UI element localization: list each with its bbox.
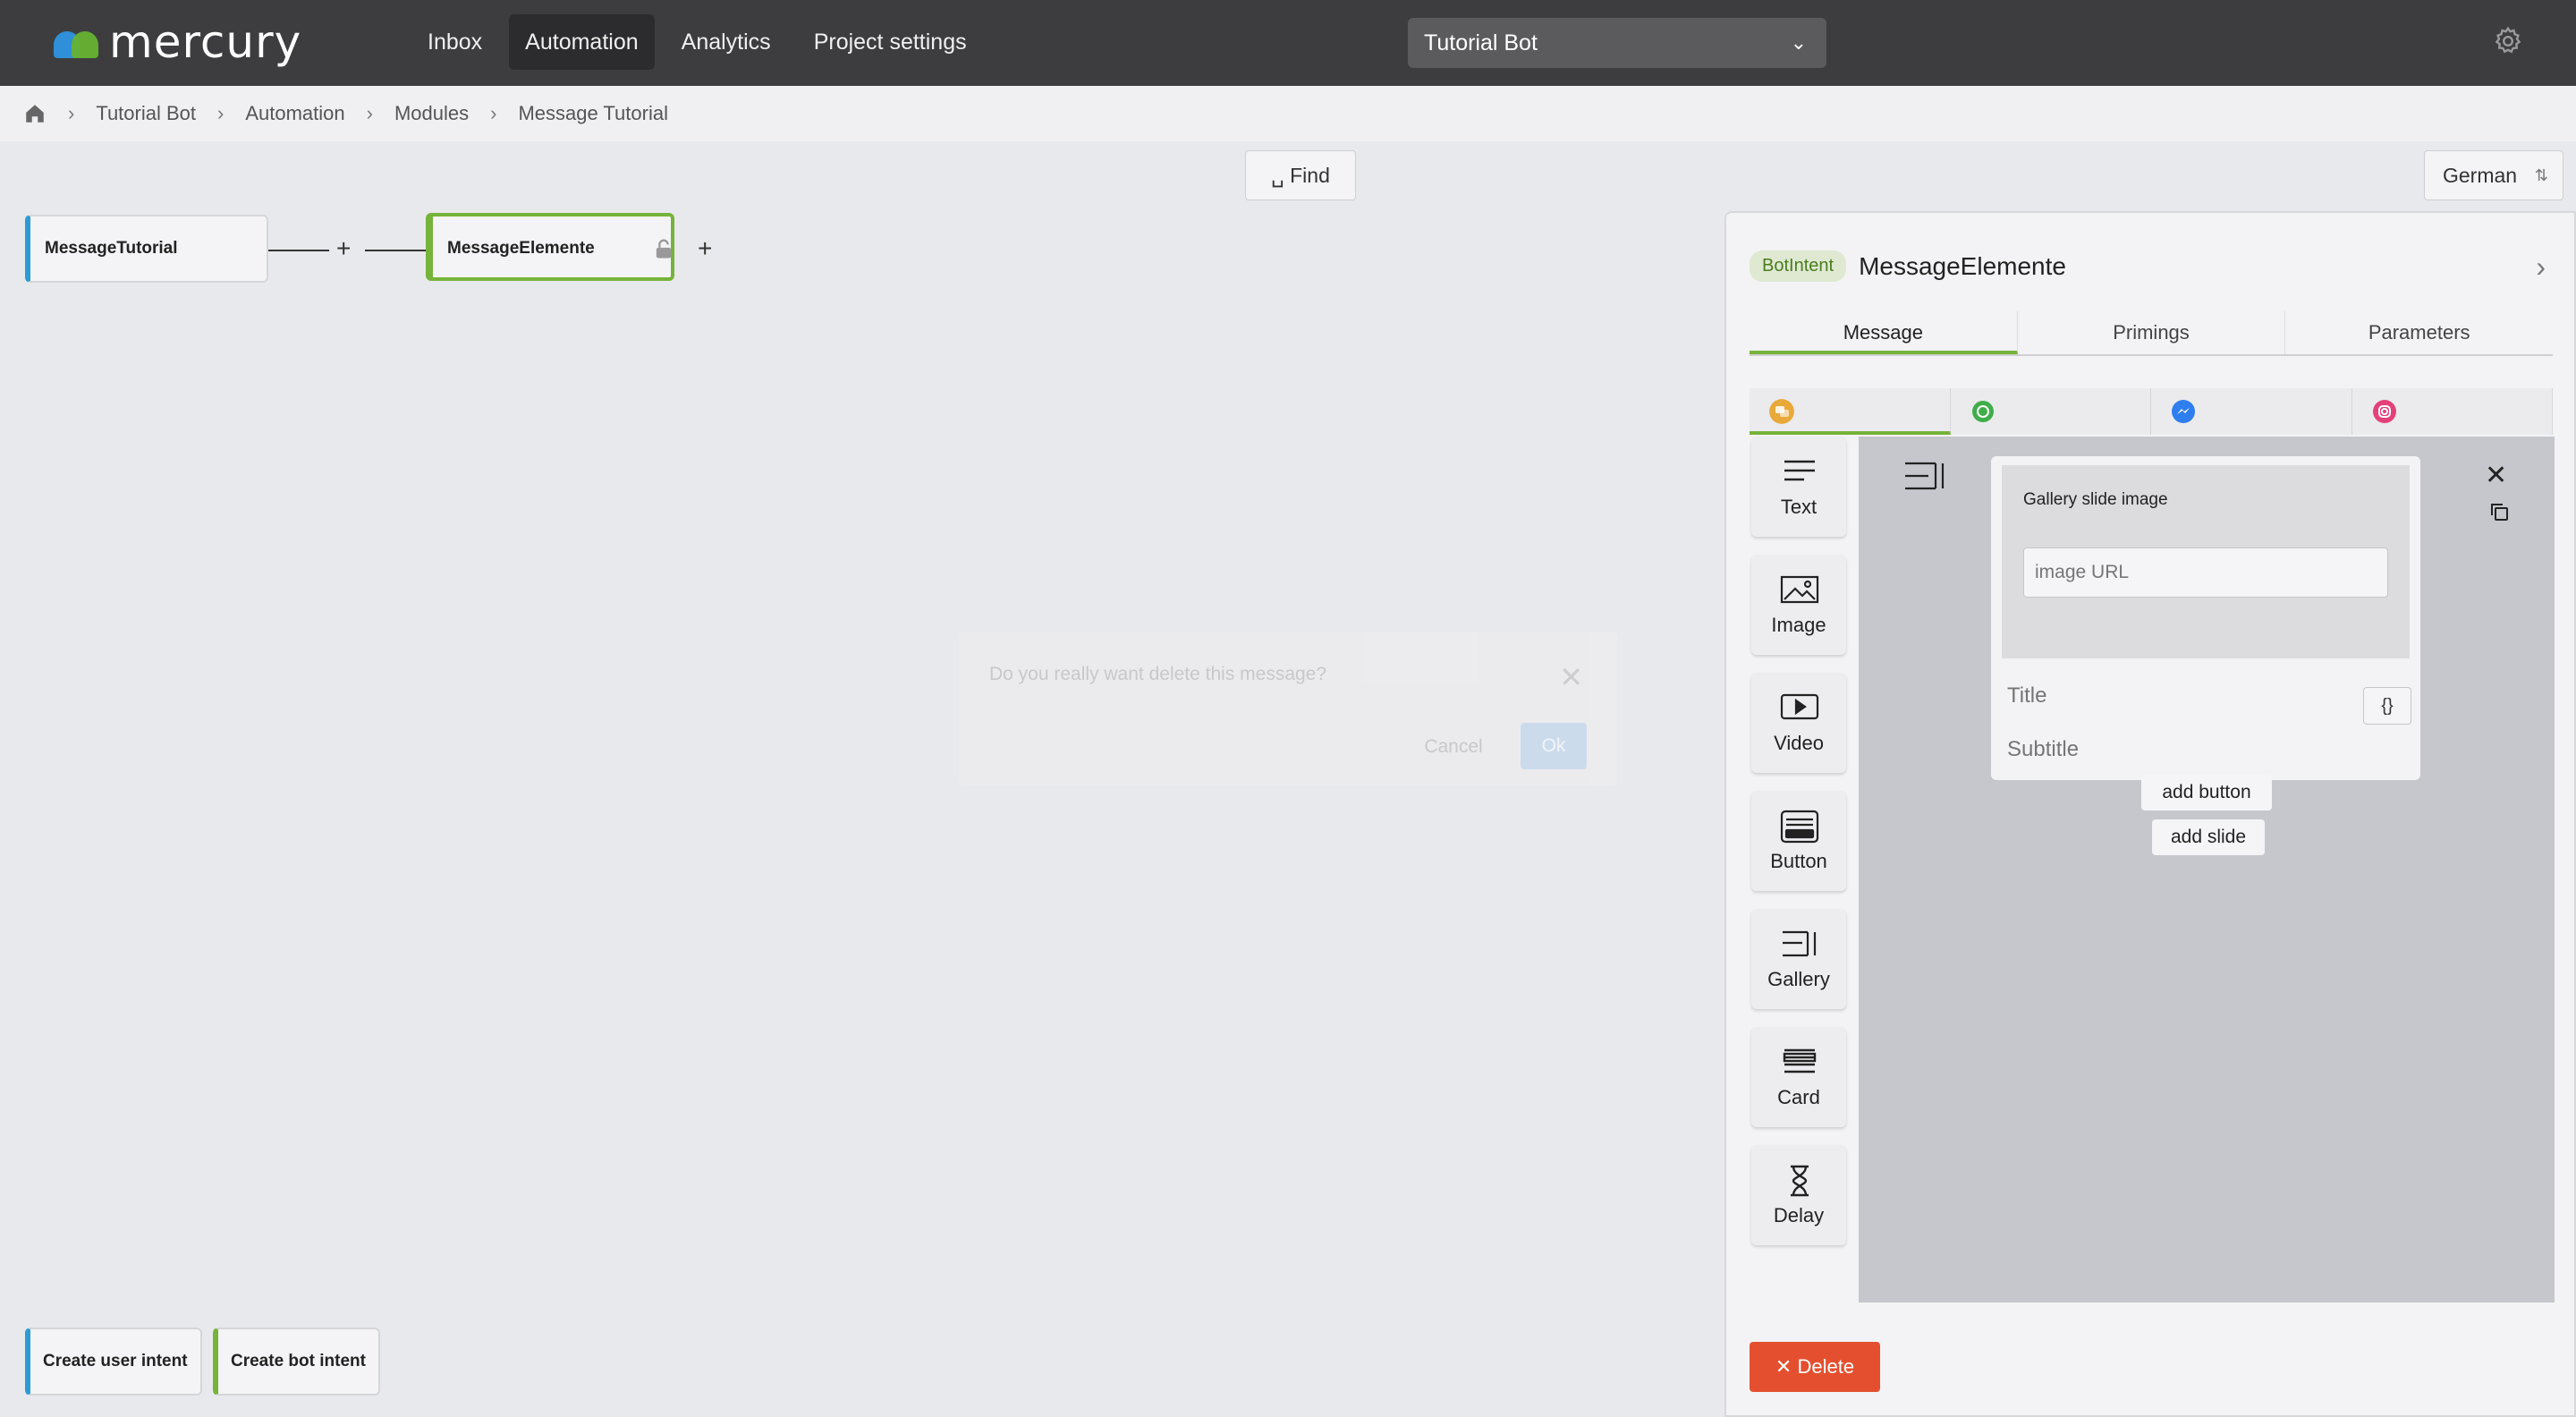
cancel-button[interactable]: Cancel: [1404, 725, 1503, 769]
button-icon: [1780, 810, 1819, 844]
channel-tab-whatsapp[interactable]: [1951, 388, 2151, 435]
hourglass-icon: [1791, 1165, 1809, 1197]
subtitle-input[interactable]: [2007, 732, 2365, 768]
delete-button[interactable]: ✕ Delete: [1750, 1342, 1880, 1392]
nav-inbox[interactable]: Inbox: [411, 14, 498, 70]
chat-icon: [1769, 399, 1794, 424]
mercury-logo-mark-icon: [54, 26, 100, 58]
card-icon: [1783, 1048, 1817, 1073]
flow-edge: [365, 250, 428, 251]
tool-button[interactable]: Button: [1751, 791, 1846, 891]
tool-image[interactable]: Image: [1751, 555, 1846, 655]
whatsapp-icon: [1971, 401, 1994, 422]
intent-name: MessageElemente: [1859, 251, 2066, 280]
bot-selector-value: Tutorial Bot: [1424, 30, 1538, 55]
breadcrumb-tutorial-bot[interactable]: Tutorial Bot: [96, 102, 196, 125]
chevron-right-icon[interactable]: ›: [2536, 250, 2546, 284]
gallery-slide-image-section: Gallery slide image: [2002, 465, 2410, 658]
panel-header: BotIntent MessageElemente: [1750, 250, 2066, 282]
dialog-message: Do you really want delete this message?: [989, 664, 1327, 684]
breadcrumb: › Tutorial Bot › Automation › Modules › …: [0, 86, 2576, 141]
nav-analytics[interactable]: Analytics: [665, 14, 787, 70]
gallery-element-icon: [1905, 462, 1945, 490]
language-select[interactable]: German ⇅: [2424, 150, 2563, 200]
breadcrumb-message-tutorial[interactable]: Message Tutorial: [518, 102, 668, 125]
close-icon[interactable]: ✕: [1559, 660, 1583, 694]
image-icon: [1780, 575, 1819, 604]
tool-delay[interactable]: Delay: [1751, 1145, 1846, 1245]
main-nav: Inbox Automation Analytics Project setti…: [411, 14, 983, 70]
gallery-slide-image-label: Gallery slide image: [2023, 490, 2168, 509]
tool-gallery[interactable]: Gallery: [1751, 909, 1846, 1009]
channel-tab-messenger[interactable]: [2151, 388, 2352, 435]
tab-parameters[interactable]: Parameters: [2285, 311, 2553, 354]
chevron-down-icon: ⌄: [1790, 31, 1807, 54]
chevron-right-icon: ›: [490, 102, 497, 124]
video-icon: [1780, 693, 1819, 720]
gear-icon[interactable]: [2492, 25, 2524, 57]
messenger-icon: [2172, 400, 2195, 423]
find-icon: ␣: [1271, 164, 1284, 187]
tool-video[interactable]: Video: [1751, 673, 1846, 773]
add-slide-button[interactable]: add slide: [2152, 819, 2265, 855]
updown-chevron-icon: ⇅: [2534, 166, 2548, 184]
tab-primings[interactable]: Primings: [2018, 311, 2286, 354]
add-node-icon[interactable]: +: [336, 236, 351, 261]
message-editor-area: Gallery slide image {} ✕ add button add …: [1859, 437, 2555, 1302]
top-bar: mercury Inbox Automation Analytics Proje…: [0, 0, 2576, 86]
tool-text[interactable]: Text: [1751, 437, 1846, 537]
brand-name: mercury: [109, 16, 302, 68]
home-icon[interactable]: [23, 102, 47, 125]
text-icon: [1784, 460, 1815, 481]
lock-icon[interactable]: [651, 236, 676, 261]
insert-variable-button[interactable]: {}: [2363, 687, 2411, 725]
flow-node-label: MessageElemente: [447, 239, 595, 258]
intent-type-badge: BotIntent: [1750, 250, 1847, 282]
intent-editor-panel: BotIntent MessageElemente › Message Prim…: [1724, 211, 2576, 1417]
nav-project-settings[interactable]: Project settings: [798, 14, 983, 70]
channel-tab-chat[interactable]: [1750, 388, 1951, 435]
flow-node-messageelemente[interactable]: MessageElemente: [426, 213, 674, 281]
add-node-icon[interactable]: +: [698, 236, 712, 261]
title-input[interactable]: [2007, 678, 2365, 714]
channel-tab-instagram[interactable]: [2352, 388, 2553, 435]
breadcrumb-automation[interactable]: Automation: [245, 102, 344, 125]
close-icon: ✕: [1775, 1355, 1792, 1378]
chevron-right-icon: ›: [68, 102, 75, 124]
create-bot-intent-button[interactable]: Create bot intent: [213, 1328, 380, 1396]
gallery-slide-card: Gallery slide image {}: [1991, 456, 2420, 780]
breadcrumb-modules[interactable]: Modules: [394, 102, 469, 125]
create-user-intent-button[interactable]: Create user intent: [25, 1328, 202, 1396]
flow-node-messagetutorial[interactable]: MessageTutorial: [25, 215, 268, 283]
ok-button[interactable]: Ok: [1521, 723, 1587, 769]
mercury-logo[interactable]: mercury: [54, 20, 301, 64]
bot-selector[interactable]: Tutorial Bot ⌄: [1408, 18, 1826, 68]
tab-message[interactable]: Message: [1750, 311, 2018, 354]
find-button[interactable]: ␣ Find: [1245, 150, 1356, 200]
copy-icon[interactable]: [2488, 501, 2510, 522]
remove-element-close-icon[interactable]: ✕: [2485, 460, 2507, 491]
delete-confirm-dialog: Do you really want delete this message? …: [959, 632, 1617, 785]
chevron-right-icon: ›: [366, 102, 373, 124]
panel-tabs: Message Primings Parameters: [1750, 311, 2553, 356]
add-button-button[interactable]: add button: [2141, 775, 2272, 810]
tool-card[interactable]: Card: [1751, 1027, 1846, 1127]
nav-automation[interactable]: Automation: [509, 14, 655, 70]
channel-tabs: [1750, 388, 2553, 435]
image-url-input[interactable]: [2023, 547, 2388, 598]
gallery-icon: [1783, 930, 1817, 957]
language-value: German: [2443, 164, 2518, 187]
instagram-icon: [2372, 400, 2396, 423]
chevron-right-icon: ›: [217, 102, 225, 124]
flow-edge: [268, 250, 329, 251]
